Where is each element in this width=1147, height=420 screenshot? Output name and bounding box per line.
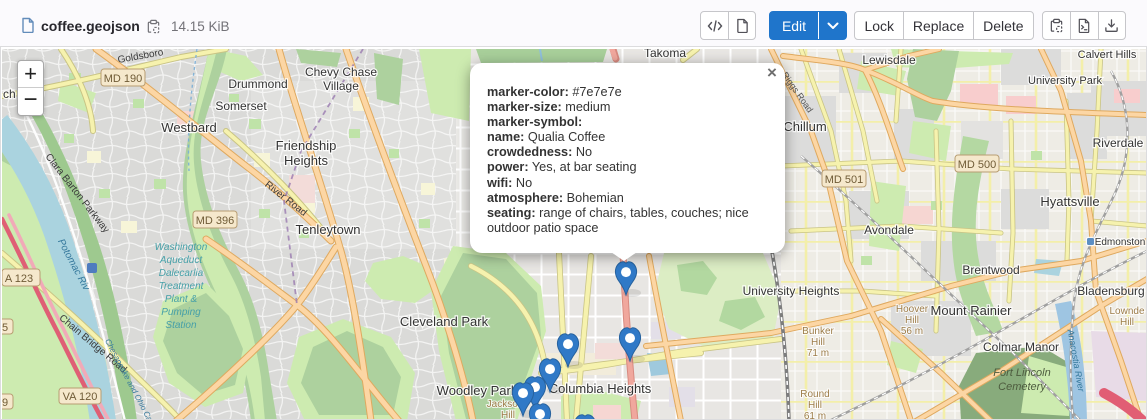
svg-text:Cemetery: Cemetery	[998, 381, 1047, 393]
svg-text:Chillum: Chillum	[783, 119, 826, 134]
svg-text:Mount Rainier: Mount Rainier	[931, 303, 1013, 318]
svg-text:Drummond: Drummond	[228, 77, 287, 91]
svg-text:Fort Lincoln: Fort Lincoln	[993, 367, 1050, 379]
svg-text:Hyattsville: Hyattsville	[1040, 194, 1099, 209]
svg-text:Chevy Chase: Chevy Chase	[305, 65, 377, 79]
svg-text:Colmar Manor: Colmar Manor	[983, 340, 1059, 354]
svg-text:Somerset: Somerset	[215, 99, 267, 113]
svg-text:Hoover: Hoover	[896, 304, 929, 315]
svg-text:MD 190: MD 190	[104, 73, 143, 85]
svg-text:Hill: Hill	[1120, 317, 1134, 328]
svg-text:Heights: Heights	[284, 153, 329, 168]
svg-text:61 m: 61 m	[804, 411, 826, 420]
svg-text:Washington: Washington	[155, 242, 208, 253]
svg-text:Bladensburg: Bladensburg	[1077, 284, 1144, 298]
svg-text:VA 120: VA 120	[63, 391, 98, 403]
svg-text:Calvert Hills: Calvert Hills	[1078, 49, 1137, 61]
svg-text:Takoma: Takoma	[644, 49, 686, 60]
svg-text:Aqueduct: Aqueduct	[159, 255, 203, 266]
svg-text:5: 5	[2, 322, 8, 334]
svg-text:Hill: Hill	[811, 337, 825, 348]
svg-text:Pumping: Pumping	[161, 307, 201, 318]
svg-text:MD 501: MD 501	[825, 174, 864, 186]
svg-text:Friendship: Friendship	[276, 138, 337, 153]
svg-text:Treatment: Treatment	[159, 281, 205, 292]
svg-text:Dalecarlia: Dalecarlia	[159, 268, 204, 279]
svg-text:Hill: Hill	[501, 410, 515, 420]
svg-text:MD 500: MD 500	[958, 159, 997, 171]
svg-text:71 m: 71 m	[807, 348, 829, 359]
svg-text:A 123: A 123	[5, 273, 33, 285]
svg-text:MD 396: MD 396	[196, 215, 235, 227]
svg-text:Village: Village	[323, 79, 359, 93]
svg-text:56 m: 56 m	[901, 326, 923, 337]
svg-text:Station: Station	[165, 320, 197, 331]
svg-text:9: 9	[2, 397, 8, 409]
svg-text:Brentwood: Brentwood	[962, 263, 1019, 277]
svg-text:Hill: Hill	[905, 315, 919, 326]
svg-text:Round: Round	[800, 389, 829, 400]
svg-text:Bunker: Bunker	[802, 326, 834, 337]
svg-text:Avondale: Avondale	[864, 223, 914, 237]
svg-text:Edmonston: Edmonston	[1095, 237, 1146, 248]
svg-text:ch: ch	[3, 87, 16, 101]
svg-text:University Park: University Park	[1028, 75, 1102, 87]
svg-text:Cleveland Park: Cleveland Park	[400, 314, 489, 329]
svg-text:Lewisdale: Lewisdale	[862, 53, 916, 67]
svg-text:Plant &: Plant &	[165, 294, 198, 305]
svg-text:Lownde: Lownde	[1109, 306, 1144, 317]
svg-text:University Heights: University Heights	[743, 284, 840, 298]
svg-text:Woodley Park: Woodley Park	[437, 383, 518, 398]
svg-text:Riverdale: Riverdale	[1093, 136, 1144, 150]
svg-text:Hill: Hill	[808, 400, 822, 411]
svg-text:Westbard: Westbard	[161, 120, 216, 135]
svg-text:Tenleytown: Tenleytown	[295, 222, 360, 237]
